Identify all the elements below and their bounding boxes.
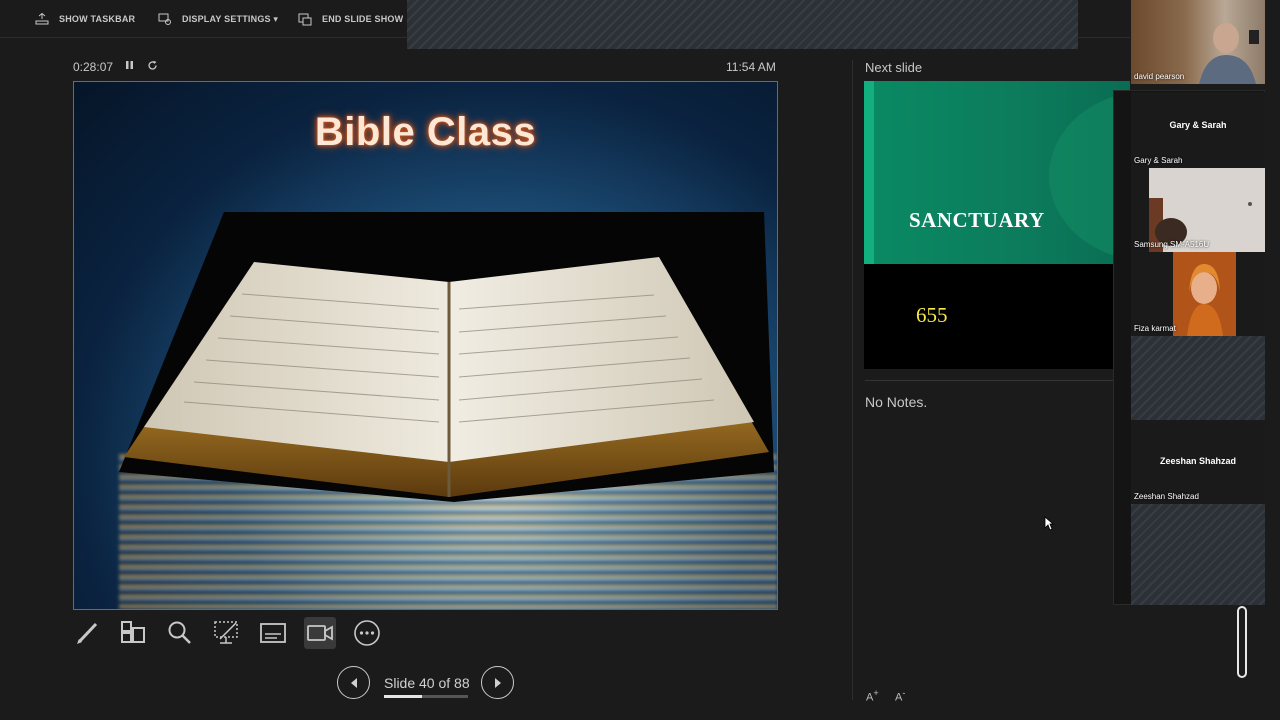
end-show-icon xyxy=(298,13,312,26)
notes-divider xyxy=(865,380,1113,381)
display-settings-button[interactable]: DISPLAY SETTINGS ▾ xyxy=(158,0,278,38)
zoom-button[interactable] xyxy=(165,617,195,649)
next-slide-accent xyxy=(864,81,874,264)
pen-icon xyxy=(77,622,98,644)
slide-progress-bar xyxy=(384,695,468,698)
participant-tile-samsung[interactable]: Samsung SM-A516U xyxy=(1131,168,1265,252)
show-taskbar-label: SHOW TASKBAR xyxy=(59,14,136,24)
slide-counter[interactable]: Slide 40 of 88 xyxy=(384,675,470,691)
participant-tile-zeeshan[interactable]: Zeeshan Shahzad Zeeshan Shahzad xyxy=(1131,420,1265,504)
current-slide[interactable]: Bible Class xyxy=(73,81,778,610)
participant-name: Samsung SM-A516U xyxy=(1134,240,1210,249)
end-slide-show-label: END SLIDE SHOW xyxy=(322,14,404,24)
gallery-scrollbar[interactable] xyxy=(1237,606,1247,678)
participant-initial-name: Zeeshan Shahzad xyxy=(1159,456,1237,466)
screen-share-placeholder xyxy=(407,0,1078,49)
participant-name: Gary & Sarah xyxy=(1134,156,1183,165)
display-settings-icon xyxy=(158,13,171,25)
next-slide-label: Next slide xyxy=(865,60,923,75)
taskbar-icon xyxy=(35,12,49,25)
next-slide-title: SANCTUARY xyxy=(909,208,1045,232)
pointer-button[interactable] xyxy=(211,617,241,649)
show-taskbar-button[interactable]: SHOW TASKBAR xyxy=(35,0,135,38)
speaker-notes[interactable]: No Notes. xyxy=(865,394,927,410)
more-options-button[interactable] xyxy=(352,617,382,649)
camera-toggle-button[interactable] xyxy=(304,617,336,649)
slide-title: Bible Class xyxy=(314,110,537,154)
participant-tile-fiza[interactable]: Fiza karmat xyxy=(1131,252,1265,336)
prev-icon xyxy=(350,677,357,688)
self-name: david pearson xyxy=(1134,72,1185,81)
restart-icon[interactable] xyxy=(147,60,158,74)
decrease-font-button[interactable]: A- xyxy=(895,688,905,704)
clock: 11:54 AM xyxy=(726,60,776,74)
participant-tile-gary-sarah[interactable]: Gary & Sarah Gary & Sarah xyxy=(1131,92,1265,168)
next-slide-number: 655 xyxy=(916,303,948,327)
end-slide-show-button[interactable]: END SLIDE SHOW xyxy=(298,0,403,38)
pen-tool-button[interactable] xyxy=(73,617,103,649)
slide-progress-fill xyxy=(384,695,422,698)
display-settings-label: DISPLAY SETTINGS ▾ xyxy=(182,13,279,24)
next-slide-button[interactable] xyxy=(481,666,514,699)
more-icon xyxy=(354,620,380,646)
pointer-icon xyxy=(214,621,238,644)
next-icon xyxy=(494,677,501,688)
open-bible-image xyxy=(119,212,774,502)
previous-slide-button[interactable] xyxy=(337,666,370,699)
self-video-tile[interactable]: david pearson xyxy=(1131,0,1265,84)
empty-video-slot xyxy=(1131,336,1265,420)
participant-name: Fiza karmat xyxy=(1134,324,1176,333)
subtitles-button[interactable] xyxy=(258,617,288,649)
camera-icon xyxy=(307,625,333,641)
see-all-slides-button[interactable] xyxy=(118,617,148,649)
elapsed-timer: 0:28:07 xyxy=(73,60,114,74)
subtitles-icon xyxy=(260,623,286,643)
pane-divider[interactable] xyxy=(852,60,853,700)
next-slide-preview[interactable]: SANCTUARY 655 xyxy=(864,81,1130,369)
participant-initial-name: Gary & Sarah xyxy=(1169,120,1227,130)
slides-grid-icon xyxy=(121,621,145,643)
empty-video-slot xyxy=(1131,504,1265,605)
increase-font-button[interactable]: A+ xyxy=(866,688,879,704)
pause-icon[interactable] xyxy=(125,60,134,73)
mouse-cursor-icon xyxy=(1044,516,1054,531)
participant-name: Zeeshan Shahzad xyxy=(1134,492,1199,501)
zoom-icon xyxy=(168,621,191,644)
